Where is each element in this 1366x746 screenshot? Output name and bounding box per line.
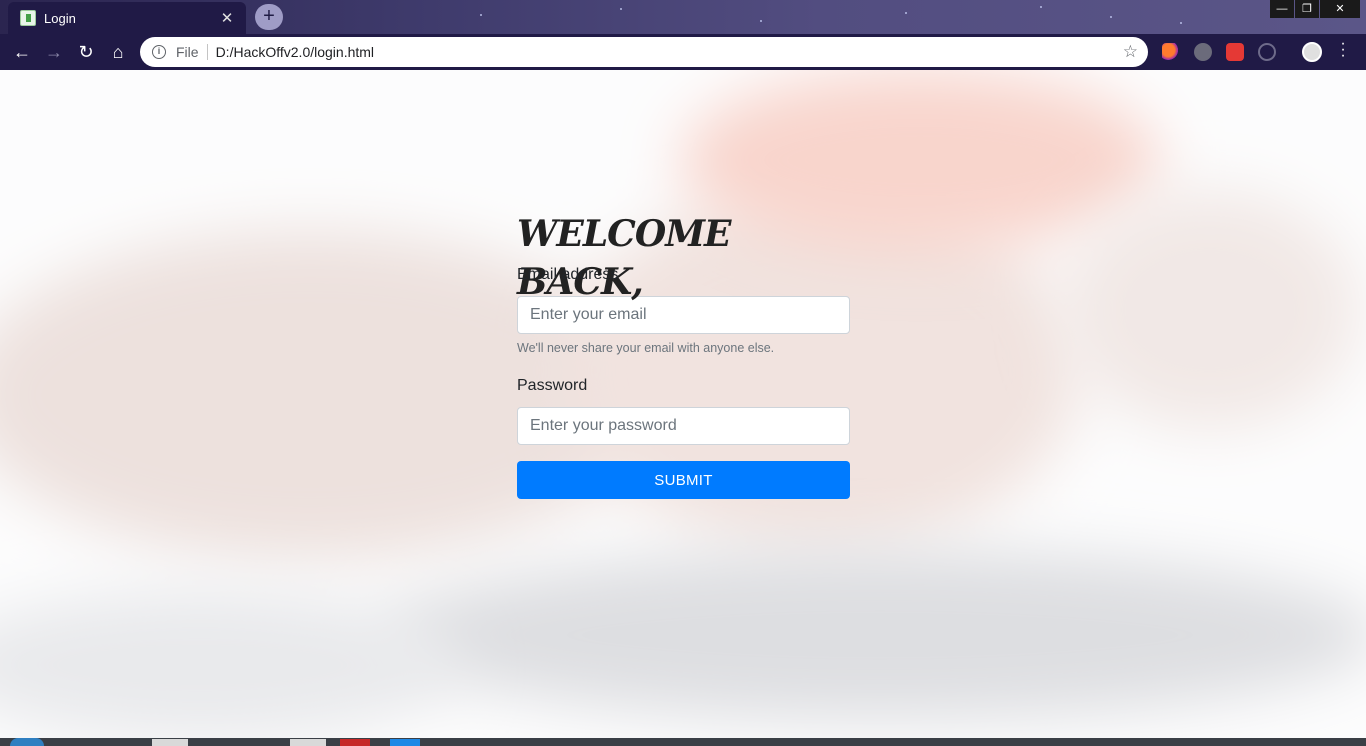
info-icon[interactable]: i xyxy=(152,45,166,59)
extension-sync-icon[interactable] xyxy=(1258,43,1276,61)
tab-strip: Login ✕ + — ❐ ✕ xyxy=(0,0,1366,34)
profile-avatar-icon[interactable] xyxy=(1302,42,1322,62)
forward-icon[interactable]: → xyxy=(41,40,67,64)
browser-tab[interactable]: Login ✕ xyxy=(8,2,246,34)
restore-button[interactable]: ❐ xyxy=(1295,0,1319,18)
decor-star xyxy=(480,14,482,16)
tab-title: Login xyxy=(44,10,76,26)
extension-shield-icon[interactable] xyxy=(1226,43,1244,61)
taskbar-item[interactable] xyxy=(390,739,420,746)
decor-star xyxy=(1180,22,1182,24)
menu-dots-icon[interactable]: · · · xyxy=(1338,36,1348,64)
password-label: Password xyxy=(517,377,588,394)
start-button[interactable] xyxy=(10,738,44,746)
bookmark-star-icon[interactable]: ☆ xyxy=(1123,42,1138,62)
decor-star xyxy=(620,8,622,10)
home-icon[interactable]: ⌂ xyxy=(105,40,131,64)
omnibox-divider xyxy=(206,44,208,60)
back-icon[interactable]: ← xyxy=(9,40,35,64)
browser-toolbar: ← → ↻ ⌂ i File D:/HackOffv2.0/login.html… xyxy=(0,34,1366,70)
login-form: WELCOME BACK, Email address We'll never … xyxy=(517,210,850,499)
email-help-text: We'll never share your email with anyone… xyxy=(517,341,775,355)
address-bar[interactable]: i File D:/HackOffv2.0/login.html ☆ xyxy=(140,37,1148,67)
page-title: WELCOME BACK, xyxy=(517,213,731,303)
scheme-label: File xyxy=(176,44,199,60)
taskbar-item[interactable] xyxy=(340,739,370,746)
reload-icon[interactable]: ↻ xyxy=(73,40,99,64)
decor-star xyxy=(1040,6,1042,8)
submit-button[interactable]: SUBMIT xyxy=(517,461,850,499)
extension-adblock-icon[interactable] xyxy=(1194,43,1212,61)
taskbar-item[interactable] xyxy=(152,739,188,746)
tab-close-icon[interactable]: ✕ xyxy=(218,9,236,27)
extension-moon-icon[interactable] xyxy=(1162,43,1180,61)
taskbar-item[interactable] xyxy=(290,739,326,746)
close-window-button[interactable]: ✕ xyxy=(1320,0,1360,18)
decor-star xyxy=(905,12,907,14)
password-field[interactable] xyxy=(517,407,850,445)
new-tab-button[interactable]: + xyxy=(255,4,283,30)
url-text[interactable]: D:/HackOffv2.0/login.html xyxy=(216,44,1123,60)
tab-favicon-icon xyxy=(20,10,36,26)
decor-star xyxy=(760,20,762,22)
os-taskbar xyxy=(0,738,1366,746)
login-page: WELCOME BACK, Email address We'll never … xyxy=(0,70,1366,738)
decor-star xyxy=(1110,16,1112,18)
minimize-button[interactable]: — xyxy=(1270,0,1294,18)
